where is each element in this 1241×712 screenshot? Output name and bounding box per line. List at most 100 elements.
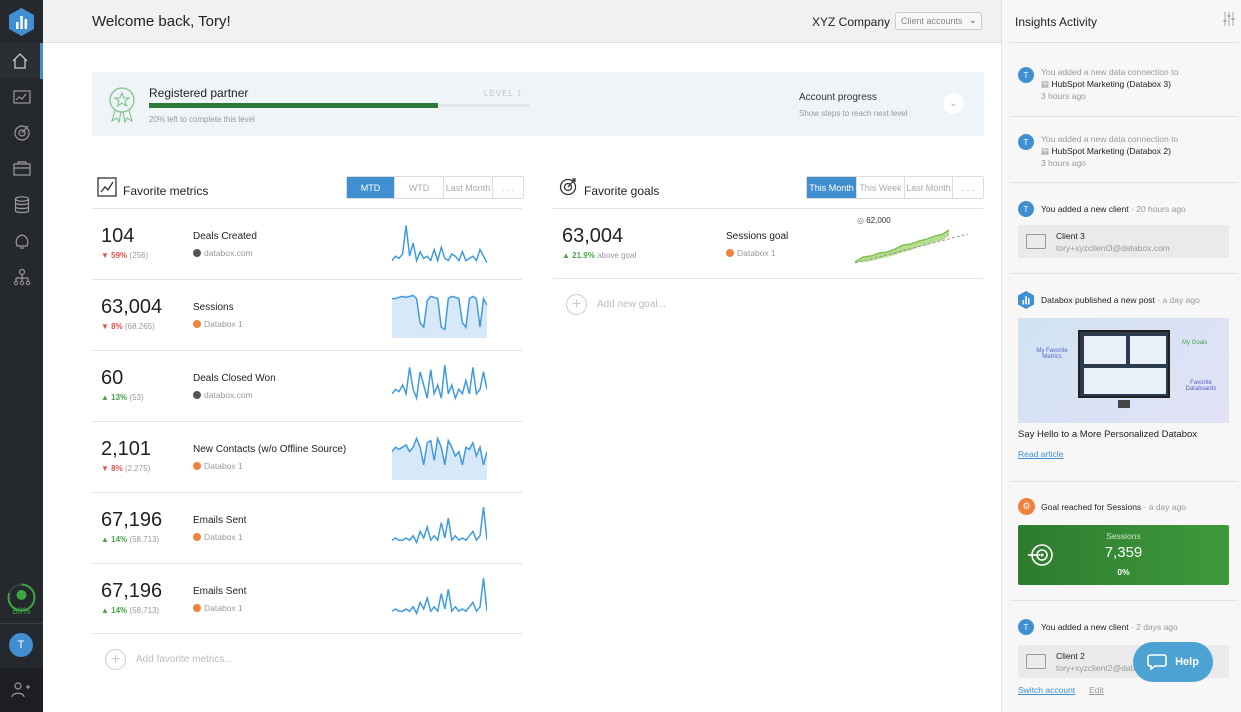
partner-progress-fill — [149, 103, 438, 108]
metric-name: Emails Sent — [193, 586, 247, 597]
dashboard-icon — [12, 90, 31, 104]
activity-item: T You added a new client · 20 hours ago … — [1014, 201, 1238, 261]
alerts-icon — [15, 234, 28, 249]
metric-sparkline — [392, 507, 487, 545]
metric-value: 104 — [101, 225, 135, 247]
activity-avatar: T — [1018, 619, 1034, 635]
metric-change: ▲ 14% (58,713) — [101, 535, 159, 544]
metric-row[interactable]: 63,004 ▼ 8% (68,265) Sessions Databox 1 — [92, 279, 522, 350]
client-card[interactable]: Client 3 tory+xyzclient3@databox.com — [1018, 225, 1229, 258]
goal-source: Databox 1 — [726, 248, 776, 258]
activity-avatar: T — [1018, 134, 1034, 150]
add-favorite-metrics[interactable]: + Add favorite metrics... — [105, 649, 233, 670]
expand-progress-button[interactable]: ⌄ — [943, 93, 964, 114]
datasources-icon — [14, 196, 29, 214]
tab-last-month[interactable]: Last Month — [444, 177, 493, 198]
chevron-down-icon: ⌄ — [949, 98, 958, 109]
up-arrow-icon: ▲ — [101, 535, 109, 544]
page-title: Welcome back, Tory! — [92, 13, 231, 30]
nav-team[interactable] — [0, 259, 43, 295]
metric-sparkline — [392, 578, 487, 616]
post-image-label: Favorite Databoards — [1185, 380, 1217, 392]
metric-source-label: Databox 1 — [204, 532, 243, 542]
nav-alerts[interactable] — [0, 223, 43, 259]
tab-mtd[interactable]: MTD — [347, 177, 395, 198]
goal-reached-card[interactable]: Sessions 7,359 0% — [1018, 525, 1229, 585]
up-arrow-icon: ▲ — [562, 251, 570, 260]
panel-divider — [1010, 182, 1238, 183]
activity-time: · a day ago — [1157, 295, 1200, 305]
post-image-stand — [1118, 400, 1130, 408]
nav-data-sources[interactable] — [0, 187, 43, 223]
metric-name: Sessions — [193, 302, 234, 313]
activity-time: · a day ago — [1143, 502, 1187, 512]
nav-home[interactable] — [0, 43, 43, 79]
goal-reached-name: Sessions — [1106, 531, 1141, 541]
metric-change-pct: 14% — [111, 606, 128, 615]
activity-description: Goal reached for Sessions — [1041, 502, 1142, 512]
goal-source-label: Databox 1 — [737, 248, 776, 258]
read-article-link[interactable]: Read article — [1018, 449, 1063, 459]
metric-previous: (68,265) — [124, 322, 155, 331]
metric-source: Databox 1 — [193, 319, 243, 329]
insights-panel: Insights Activity T You added a new data… — [1001, 0, 1241, 712]
client-select-label: Client accounts — [901, 16, 963, 26]
tab-wtd[interactable]: WTD — [395, 177, 444, 198]
sidebar-bottom — [0, 668, 43, 712]
activity-item: T You added a new data connection to ▤ H… — [1014, 131, 1238, 171]
goal-reached-pct: 0% — [1117, 567, 1130, 577]
tab-this-month[interactable]: This Month — [807, 177, 857, 198]
client-card-icon — [1026, 234, 1046, 249]
favorite-goals-header: Favorite goals This Month This Week Last… — [553, 176, 984, 206]
account-progress-title: Account progress — [799, 92, 877, 103]
metric-name: Emails Sent — [193, 515, 247, 526]
metric-row[interactable]: 2,101 ▼ 8% (2,275) New Contacts (w/o Offli… — [92, 421, 522, 492]
metric-name: Deals Closed Won — [193, 373, 276, 384]
goal-name: Sessions goal — [726, 231, 789, 242]
goal-row[interactable]: 63,004 ▲ 21.9% above goal Sessions goal … — [553, 208, 983, 279]
metric-row[interactable]: 104 ▼ 59% (256) Deals Created databox.com — [92, 208, 522, 279]
metric-source: databox.com — [193, 390, 253, 400]
sparkline-line — [392, 225, 487, 264]
metric-change-pct: 13% — [111, 393, 128, 402]
tab-goals-more[interactable]: . . . — [953, 177, 983, 198]
metric-row[interactable]: 67,196 ▲ 14% (58,713) Emails Sent Databox 1 — [92, 563, 522, 634]
sparkline-line — [392, 507, 487, 545]
partner-subtitle: 20% left to complete this level — [149, 115, 255, 124]
nav-reports[interactable] — [0, 151, 43, 187]
activity-item: Databox published a new post · a day ago… — [1014, 291, 1238, 466]
switch-account-link[interactable]: Switch account — [1018, 685, 1075, 695]
metric-change-pct: 8% — [111, 464, 123, 473]
hubspot-icon — [193, 604, 201, 612]
user-avatar[interactable]: T — [9, 633, 33, 657]
partner-badge-icon — [109, 87, 135, 124]
help-button[interactable]: Help — [1133, 642, 1213, 682]
edit-link[interactable]: Edit — [1089, 685, 1104, 695]
add-new-goal[interactable]: + Add new goal... — [566, 294, 666, 315]
hubspot-icon — [193, 533, 201, 541]
metric-source-label: Databox 1 — [204, 319, 243, 329]
metric-row[interactable]: 60 ▲ 13% (53) Deals Closed Won databox.com — [92, 350, 522, 421]
databox-logo-icon[interactable] — [9, 8, 34, 36]
activity-detail-label: HubSpot Marketing (Databox 2) — [1051, 146, 1171, 156]
metric-change-pct: 59% — [111, 251, 128, 260]
nav-databoards[interactable] — [0, 79, 43, 115]
tab-more[interactable]: . . . — [493, 177, 523, 198]
metric-row[interactable]: 67,196 ▲ 14% (58,713) Emails Sent Databox 1 — [92, 492, 522, 563]
nav-goals[interactable] — [0, 114, 43, 150]
databox-source-icon — [193, 391, 201, 399]
switch-account-icon[interactable] — [11, 681, 31, 699]
post-image[interactable]: My Favorite Metrics My Goals Favorite Da… — [1018, 318, 1229, 423]
reports-icon — [12, 161, 31, 176]
activity-avatar: T — [1018, 201, 1034, 217]
goals-range-tabs: This Month This Week Last Month . . . — [806, 176, 984, 199]
metric-value: 67,196 — [101, 509, 163, 531]
activity-text: You added a new data connection to ▤ Hub… — [1041, 66, 1178, 102]
metric-name: Deals Created — [193, 231, 257, 242]
tab-this-week[interactable]: This Week — [857, 177, 905, 198]
panel-divider — [1010, 481, 1238, 482]
plus-icon: + — [566, 294, 587, 315]
client-accounts-select[interactable]: Client accounts ⌄ — [895, 12, 982, 30]
filter-settings-icon[interactable] — [1223, 12, 1235, 26]
tab-goals-last-month[interactable]: Last Month — [905, 177, 953, 198]
